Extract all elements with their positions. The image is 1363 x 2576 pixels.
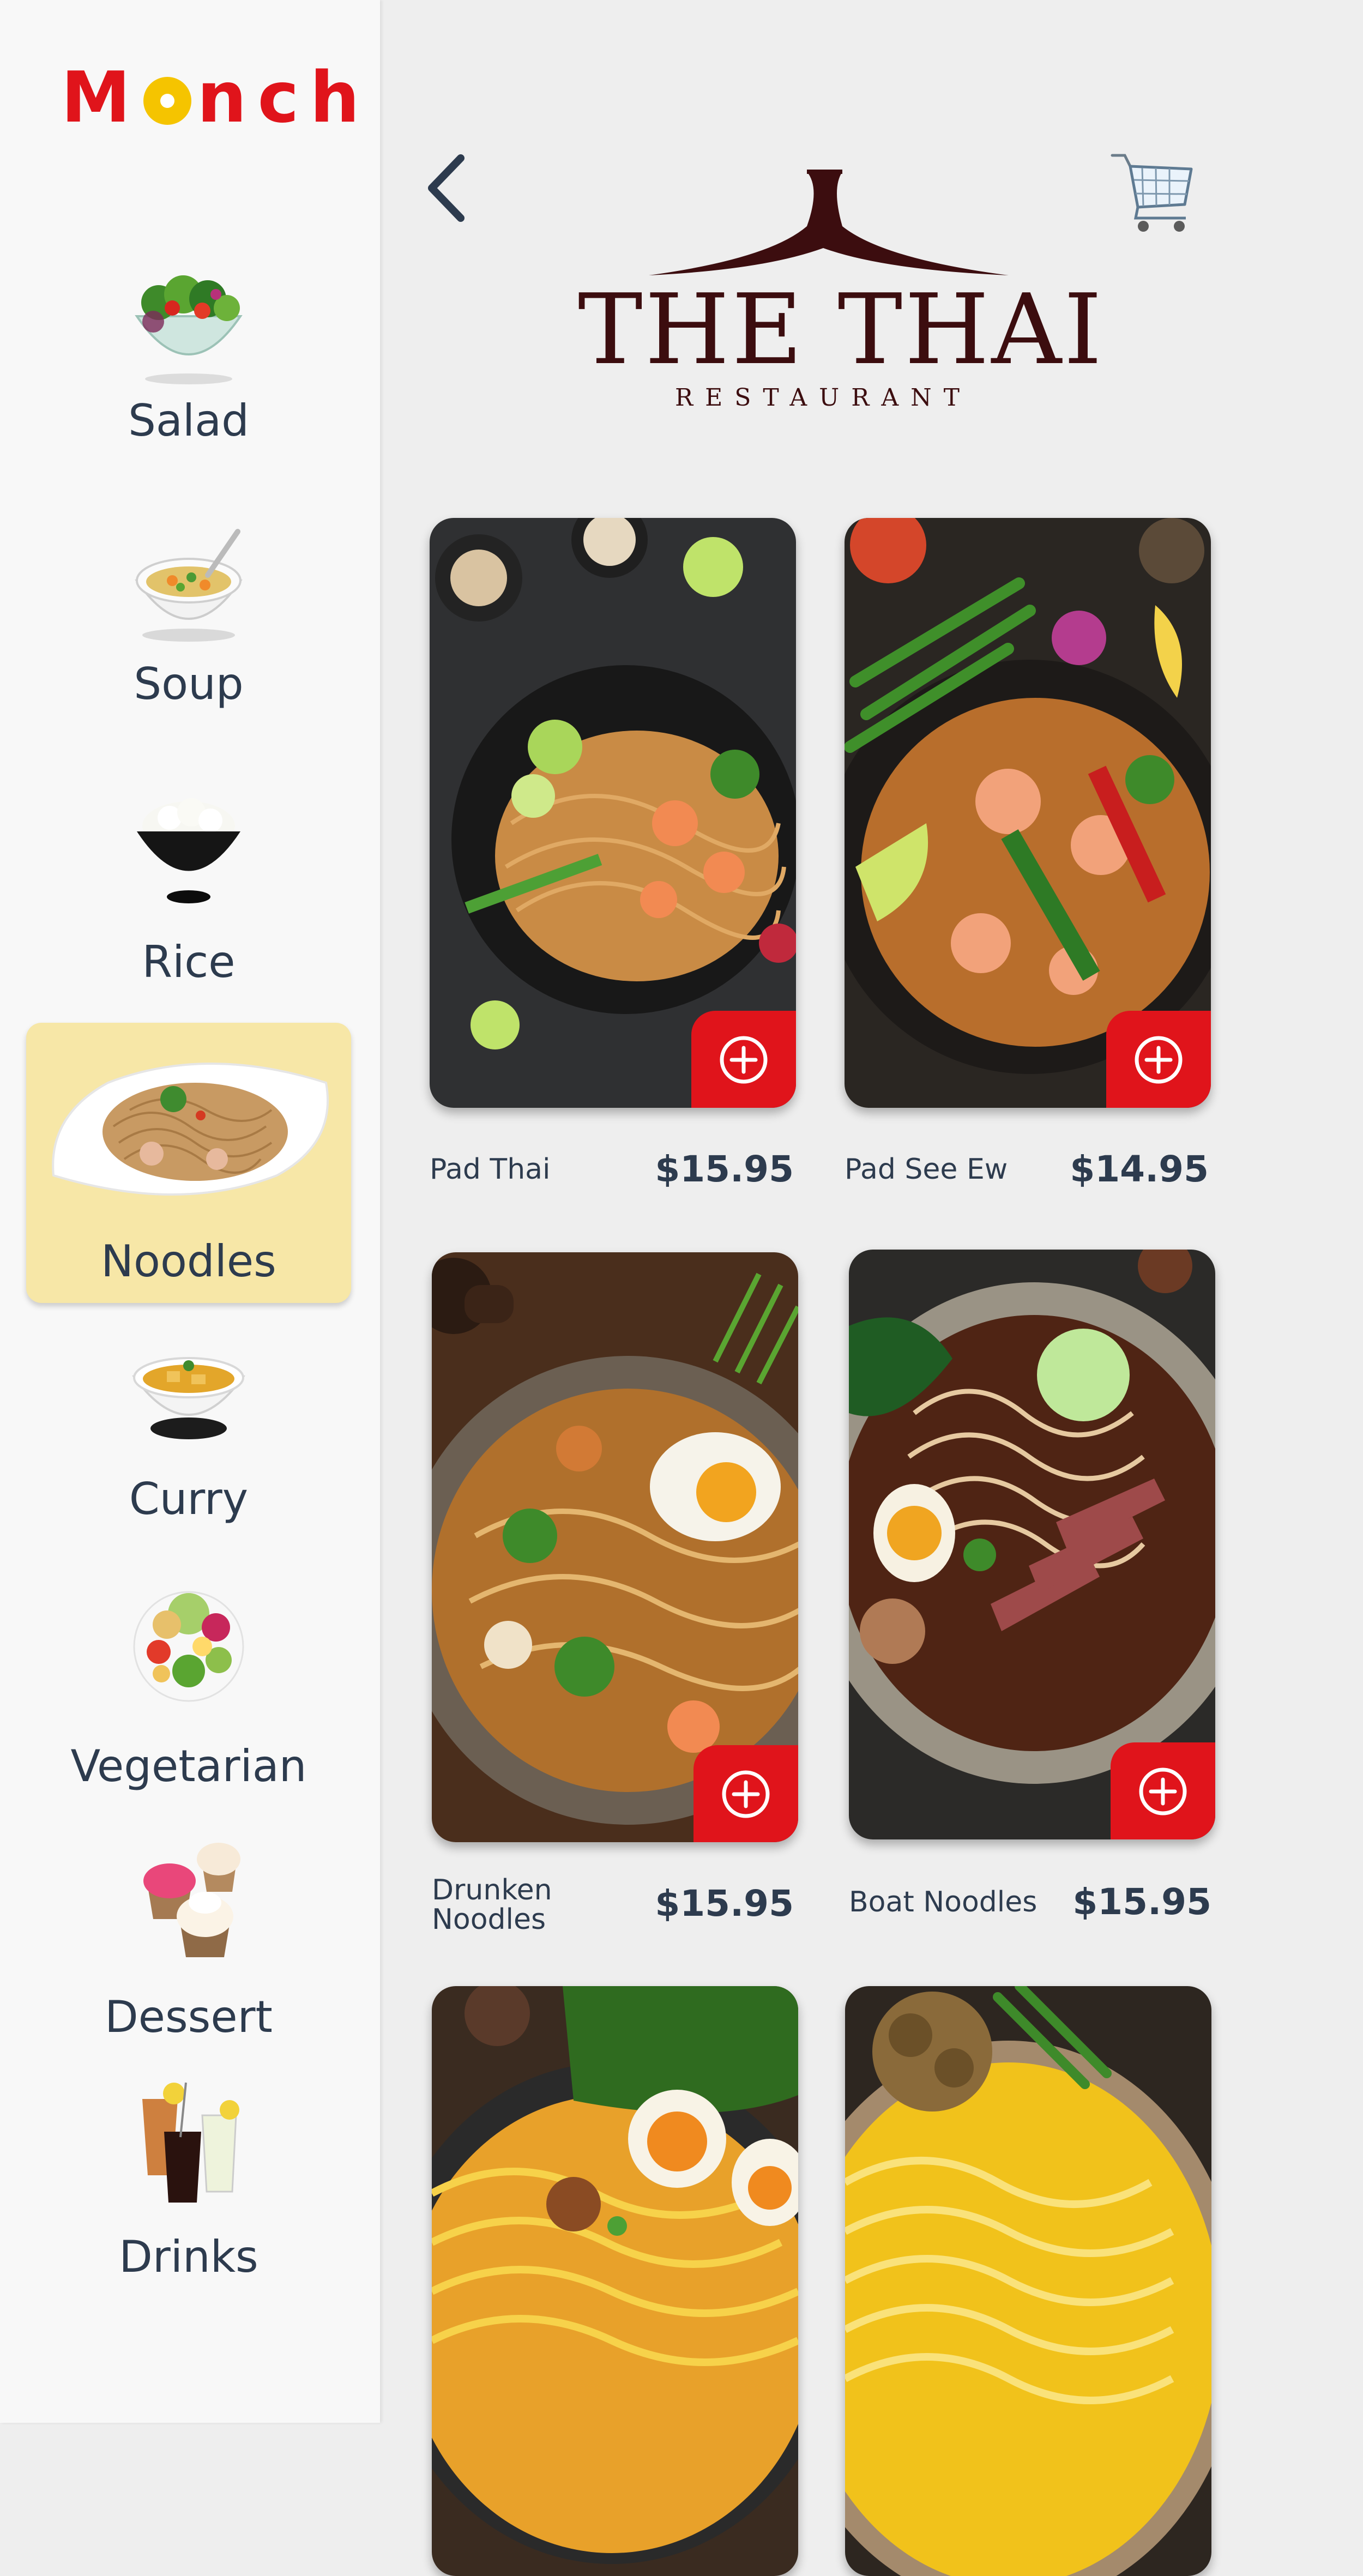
category-sidebar: Mnch Salad Soup Rice Noodles Curry Veget… — [0, 0, 380, 2423]
category-salad[interactable]: Salad — [26, 251, 351, 463]
chevron-left-icon — [428, 154, 465, 222]
add-to-cart-button[interactable] — [1111, 1742, 1215, 1839]
category-label: Rice — [142, 937, 236, 987]
category-noodles[interactable]: Noodles — [26, 1023, 351, 1303]
drinks-icon — [142, 2082, 239, 2203]
menu-item-card-pad-thai[interactable] — [430, 518, 796, 1108]
add-to-cart-button[interactable] — [691, 1011, 796, 1108]
menu-item-price: $15.95 — [655, 1148, 794, 1190]
cupcakes-icon — [143, 1843, 240, 1957]
thai-roof-icon — [649, 170, 1009, 275]
app-logo: Mnch — [61, 57, 371, 138]
vegetarian-plate-icon — [133, 1591, 244, 1702]
cart-button[interactable] — [1109, 147, 1197, 240]
soup-bowl-icon — [135, 529, 243, 642]
category-dessert[interactable]: Dessert — [26, 1821, 351, 2050]
category-label: Soup — [134, 659, 244, 709]
category-rice[interactable]: Rice — [26, 785, 351, 992]
category-label: Noodles — [101, 1236, 276, 1287]
curry-bowl-icon — [132, 1357, 245, 1439]
menu-item-price: $14.95 — [1070, 1148, 1209, 1190]
plus-circle-icon — [1139, 1767, 1187, 1815]
rice-bowl-icon — [137, 798, 240, 903]
category-label: Salad — [128, 395, 249, 446]
yellow-curry-noodles-photo — [432, 1986, 798, 2576]
menu-item-card-6[interactable] — [845, 1986, 1211, 2576]
menu-item-price: $15.95 — [655, 1883, 794, 1925]
salad-bowl-icon — [135, 275, 243, 384]
noodles-plate-icon — [52, 1063, 329, 1196]
menu-item-name: Pad See Ew — [845, 1153, 1008, 1186]
add-to-cart-button[interactable] — [693, 1745, 798, 1842]
category-soup[interactable]: Soup — [26, 521, 351, 733]
restaurant-name: THE THAI — [578, 273, 1105, 386]
plus-circle-icon — [722, 1770, 770, 1818]
menu-item-card-drunken-noodles[interactable] — [432, 1252, 798, 1842]
category-label: Vegetarian — [70, 1741, 307, 1791]
category-label: Dessert — [105, 1992, 273, 2042]
category-label: Drinks — [119, 2231, 258, 2282]
menu-item-name: Boat Noodles — [849, 1886, 1038, 1919]
menu-item-name: Pad Thai — [430, 1153, 551, 1186]
menu-item-card-5[interactable] — [432, 1986, 798, 2576]
logo-dot-icon — [143, 77, 192, 125]
plus-circle-icon — [1135, 1036, 1183, 1084]
category-label: Curry — [129, 1474, 249, 1524]
restaurant-brand: THE THAI RESTAURANT — [578, 166, 1105, 428]
shopping-cart-icon — [1111, 154, 1193, 232]
menu-item-name: Drunken Noodles — [432, 1874, 552, 1936]
back-button[interactable] — [420, 147, 480, 229]
menu-item-card-pad-see-ew[interactable] — [845, 518, 1211, 1108]
category-drinks[interactable]: Drinks — [26, 2066, 351, 2295]
menu-item-card-boat-noodles[interactable] — [849, 1250, 1215, 1839]
curry-noodles-photo — [845, 1986, 1211, 2576]
add-to-cart-button[interactable] — [1106, 1011, 1211, 1108]
menu-item-price: $15.95 — [1072, 1881, 1211, 1923]
category-vegetarian[interactable]: Vegetarian — [26, 1565, 351, 1799]
plus-circle-icon — [720, 1036, 768, 1084]
category-curry[interactable]: Curry — [26, 1333, 351, 1540]
restaurant-subtitle: RESTAURANT — [675, 384, 972, 412]
